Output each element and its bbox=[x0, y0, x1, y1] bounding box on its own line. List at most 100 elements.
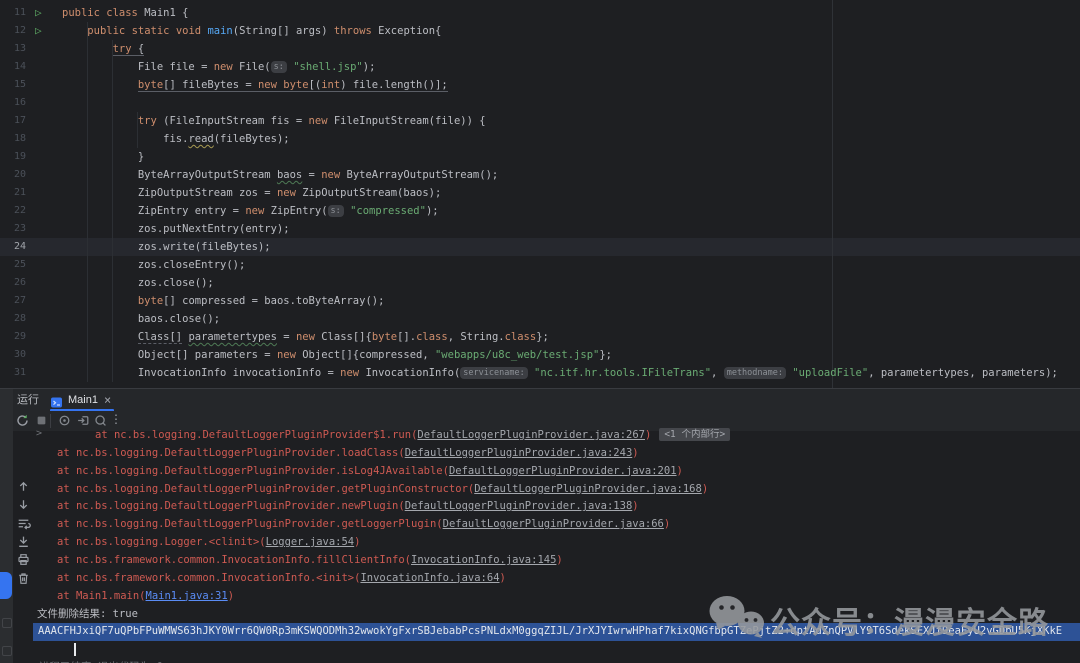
tab-label: Main1 bbox=[68, 389, 98, 411]
inlay-hint: s: bbox=[328, 205, 344, 217]
console-line: at nc.bs.logging.DefaultLoggerPluginProv… bbox=[33, 481, 1080, 499]
stack-trace-link[interactable]: DefaultLoggerPluginProvider.java:168 bbox=[474, 483, 702, 495]
code-line: 18 fis.read(fileBytes); bbox=[0, 130, 1080, 148]
run-line-icon[interactable]: ▷ bbox=[35, 4, 42, 22]
console-line: 进程已结束,退出代码为 0 bbox=[33, 659, 1080, 663]
run-tool-window: 运行 Main1 × ⋮ bbox=[0, 388, 1080, 663]
line-number: 11 bbox=[0, 4, 26, 22]
line-number: 22 bbox=[0, 202, 26, 220]
code-line: 12 ▷ public static void main(String[] arg… bbox=[0, 22, 1080, 40]
code-text: File file = new File(s: "shell.jsp"); bbox=[62, 58, 375, 76]
line-number: 13 bbox=[0, 40, 26, 58]
stack-trace-link[interactable]: Logger.java:54 bbox=[266, 536, 355, 548]
console-line: at nc.bs.logging.Logger.<clinit>(Logger.… bbox=[33, 534, 1080, 552]
code-line: 30 Object[] parameters = new Object[]{co… bbox=[0, 346, 1080, 364]
console-output[interactable]: at nc.bs.logging.DefaultLoggerPluginProv… bbox=[0, 427, 1080, 663]
console-line: at nc.bs.logging.DefaultLoggerPluginProv… bbox=[33, 463, 1080, 481]
console-line: 文件删除结果: true bbox=[33, 606, 1080, 624]
code-line: 29 Class[] parametertypes = new Class[]{… bbox=[0, 328, 1080, 346]
stripe-icon[interactable] bbox=[2, 646, 12, 656]
stack-trace-link[interactable]: DefaultLoggerPluginProvider.java:243 bbox=[405, 447, 633, 459]
folded-frames-badge[interactable]: <1 个内部行> bbox=[659, 428, 730, 441]
stack-trace-link[interactable]: InvocationInfo.java:64 bbox=[360, 572, 499, 584]
more-options-icon[interactable]: ⋮ bbox=[110, 412, 122, 426]
line-number: 14 bbox=[0, 58, 26, 76]
stack-trace-link[interactable]: DefaultLoggerPluginProvider.java:201 bbox=[449, 465, 677, 477]
line-number: 29 bbox=[0, 328, 26, 346]
code-line: 24 zos.write(fileBytes); bbox=[0, 238, 1080, 256]
code-text: fis.read(fileBytes); bbox=[62, 130, 290, 148]
line-number: 31 bbox=[0, 364, 26, 382]
code-line: 26 zos.close(); bbox=[0, 274, 1080, 292]
code-line: 22 ZipEntry entry = new ZipEntry(s: "com… bbox=[0, 202, 1080, 220]
code-text: public static void main(String[] args) t… bbox=[62, 22, 441, 40]
code-line: 21 ZipOutputStream zos = new ZipOutputSt… bbox=[0, 184, 1080, 202]
line-number: 24 bbox=[0, 238, 26, 256]
code-text: byte[] fileBytes = new byte[(int) file.l… bbox=[62, 76, 448, 94]
line-number: 18 bbox=[0, 130, 26, 148]
code-text: baos.close(); bbox=[62, 310, 220, 328]
stack-trace-link[interactable]: InvocationInfo.java:145 bbox=[411, 554, 556, 566]
console-line: at Main1.main(Main1.java:31) bbox=[33, 588, 1080, 606]
code-text: zos.putNextEntry(entry); bbox=[62, 220, 290, 238]
code-line: 11 ▷ public class Main1 { bbox=[0, 4, 1080, 22]
line-number: 28 bbox=[0, 310, 26, 328]
line-number: 26 bbox=[0, 274, 26, 292]
code-text: public class Main1 { bbox=[62, 4, 188, 22]
code-text: byte[] compressed = baos.toByteArray(); bbox=[62, 292, 384, 310]
run-stripe-button[interactable] bbox=[0, 572, 12, 599]
code-line: 13 try { bbox=[0, 40, 1080, 58]
code-line: 14 File file = new File(s: "shell.jsp"); bbox=[0, 58, 1080, 76]
close-icon[interactable]: × bbox=[104, 389, 111, 411]
text-caret bbox=[74, 643, 76, 656]
stack-trace-link[interactable]: DefaultLoggerPluginProvider.java:267 bbox=[417, 429, 645, 441]
code-text: zos.write(fileBytes); bbox=[62, 238, 271, 256]
toolbar-separator bbox=[50, 414, 51, 428]
console-line: at nc.bs.logging.DefaultLoggerPluginProv… bbox=[33, 445, 1080, 463]
tool-window-stripe bbox=[0, 389, 13, 663]
selected-output-line: AAACFHJxiQF7uQPbFPuWMWS63hJKY0Wrr6QW0Rp3… bbox=[33, 623, 1080, 641]
console-line: at nc.bs.framework.common.InvocationInfo… bbox=[33, 570, 1080, 588]
caret-line bbox=[33, 641, 1080, 659]
code-text: InvocationInfo invocationInfo = new Invo… bbox=[62, 364, 1058, 382]
code-text: zos.close(); bbox=[62, 274, 214, 292]
code-line: 19 } bbox=[0, 148, 1080, 166]
code-line: 16 bbox=[0, 94, 1080, 112]
run-line-icon[interactable]: ▷ bbox=[35, 22, 42, 40]
code-text: zos.closeEntry(); bbox=[62, 256, 245, 274]
inlay-hint: servicename: bbox=[460, 367, 527, 379]
line-number: 16 bbox=[0, 94, 26, 112]
code-line: 31 InvocationInfo invocationInfo = new I… bbox=[0, 364, 1080, 382]
code-text: Class[] parametertypes = new Class[]{byt… bbox=[62, 328, 549, 346]
stripe-icon[interactable] bbox=[2, 618, 12, 628]
code-line: 27 byte[] compressed = baos.toByteArray(… bbox=[0, 292, 1080, 310]
code-line: 15 byte[] fileBytes = new byte[(int) fil… bbox=[0, 76, 1080, 94]
line-number: 17 bbox=[0, 112, 26, 130]
line-number: 27 bbox=[0, 292, 26, 310]
console-line: at nc.bs.logging.DefaultLoggerPluginProv… bbox=[33, 516, 1080, 534]
code-text: try { bbox=[62, 40, 144, 58]
code-text: Object[] parameters = new Object[]{compr… bbox=[62, 346, 612, 364]
code-text: ByteArrayOutputStream baos = new ByteArr… bbox=[62, 166, 498, 184]
run-header: 运行 Main1 × bbox=[0, 389, 1080, 411]
inlay-hint: s: bbox=[271, 61, 287, 73]
code-text: } bbox=[62, 148, 144, 166]
line-number: 23 bbox=[0, 220, 26, 238]
code-line: 23 zos.putNextEntry(entry); bbox=[0, 220, 1080, 238]
line-number: 25 bbox=[0, 256, 26, 274]
code-text: ZipEntry entry = new ZipEntry(s: "compre… bbox=[62, 202, 439, 220]
code-line: 28 baos.close(); bbox=[0, 310, 1080, 328]
code-text: try (FileInputStream fis = new FileInput… bbox=[62, 112, 486, 130]
code-line: 20 ByteArrayOutputStream baos = new Byte… bbox=[0, 166, 1080, 184]
code-text: ZipOutputStream zos = new ZipOutputStrea… bbox=[62, 184, 441, 202]
line-number: 12 bbox=[0, 22, 26, 40]
line-number: 19 bbox=[0, 148, 26, 166]
stack-trace-link[interactable]: Main1.java:31 bbox=[146, 590, 228, 602]
code-editor[interactable]: 11 ▷ public class Main1 { 12 ▷ public static… bbox=[0, 0, 1080, 388]
console-line: at nc.bs.logging.DefaultLoggerPluginProv… bbox=[33, 427, 1080, 445]
stack-trace-link[interactable]: DefaultLoggerPluginProvider.java:66 bbox=[443, 518, 664, 530]
code-line: 17 try (FileInputStream fis = new FileIn… bbox=[0, 112, 1080, 130]
line-number: 20 bbox=[0, 166, 26, 184]
console-line: at nc.bs.framework.common.InvocationInfo… bbox=[33, 552, 1080, 570]
stack-trace-link[interactable]: DefaultLoggerPluginProvider.java:138 bbox=[405, 500, 633, 512]
